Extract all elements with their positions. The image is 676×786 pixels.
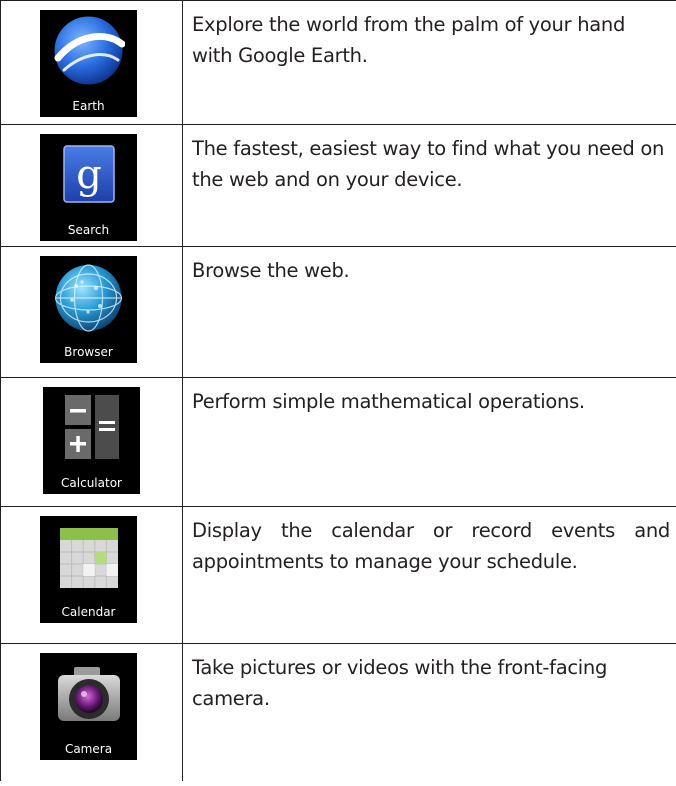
- calendar-icon: [60, 528, 118, 588]
- google-earth-icon: [54, 16, 125, 85]
- icon-cell: Camera: [0, 643, 183, 781]
- table-row: g Search The fastest, easiest way to fin…: [0, 124, 676, 247]
- icon-cell: Earth: [0, 0, 183, 125]
- camera-icon: [58, 667, 120, 721]
- app-icon-label: Search: [67, 223, 110, 237]
- app-icon-calendar: Calendar: [40, 516, 137, 623]
- app-icon-calculator: Calculator: [43, 387, 140, 494]
- table-row: Calendar Display the calendar or record …: [0, 506, 676, 644]
- app-description: Browse the web.: [192, 259, 350, 282]
- description-cell: Browse the web.: [182, 246, 676, 378]
- description-cell: Display the calendar or record events an…: [182, 506, 676, 644]
- description-cell: Explore the world from the palm of your …: [182, 0, 676, 125]
- icon-cell: Browser: [0, 246, 183, 378]
- table-row: Camera Take pictures or videos with the …: [0, 643, 676, 781]
- app-icon-camera: Camera: [40, 653, 137, 760]
- app-icon-label: Earth: [72, 99, 105, 113]
- app-icon-label: Browser: [64, 345, 113, 359]
- app-description: Explore the world from the palm of your …: [192, 13, 626, 67]
- app-icon-label: Calculator: [61, 476, 122, 490]
- calculator-icon: [65, 395, 119, 459]
- icon-cell: Calculator: [0, 377, 183, 507]
- description-cell: The fastest, easiest way to find what yo…: [182, 124, 676, 247]
- app-description: Take pictures or videos with the front-f…: [192, 656, 608, 710]
- table-row: Earth Explore the world from the palm of…: [0, 0, 676, 125]
- table-row: Calculator Perform simple mathematical o…: [0, 377, 676, 507]
- icon-cell: Calendar: [0, 506, 183, 644]
- table-row: Browser Browse the web.: [0, 246, 676, 378]
- app-description: Display the calendar or record events an…: [192, 519, 670, 573]
- svg-text:g: g: [76, 152, 102, 198]
- app-description: Perform simple mathematical operations.: [192, 390, 585, 413]
- app-icon-browser: Browser: [40, 256, 137, 363]
- icon-cell: g Search: [0, 124, 183, 247]
- browser-globe-icon: [54, 264, 123, 332]
- app-description: The fastest, easiest way to find what yo…: [192, 137, 665, 191]
- description-cell: Perform simple mathematical operations.: [182, 377, 676, 507]
- app-icon-search: g Search: [40, 134, 137, 241]
- app-description-table: Earth Explore the world from the palm of…: [0, 0, 676, 781]
- app-icon-label: Camera: [64, 742, 113, 756]
- app-icon-earth: Earth: [40, 10, 137, 117]
- description-cell: Take pictures or videos with the front-f…: [182, 643, 676, 781]
- app-icon-label: Calendar: [61, 605, 116, 619]
- google-search-icon: g: [63, 145, 115, 203]
